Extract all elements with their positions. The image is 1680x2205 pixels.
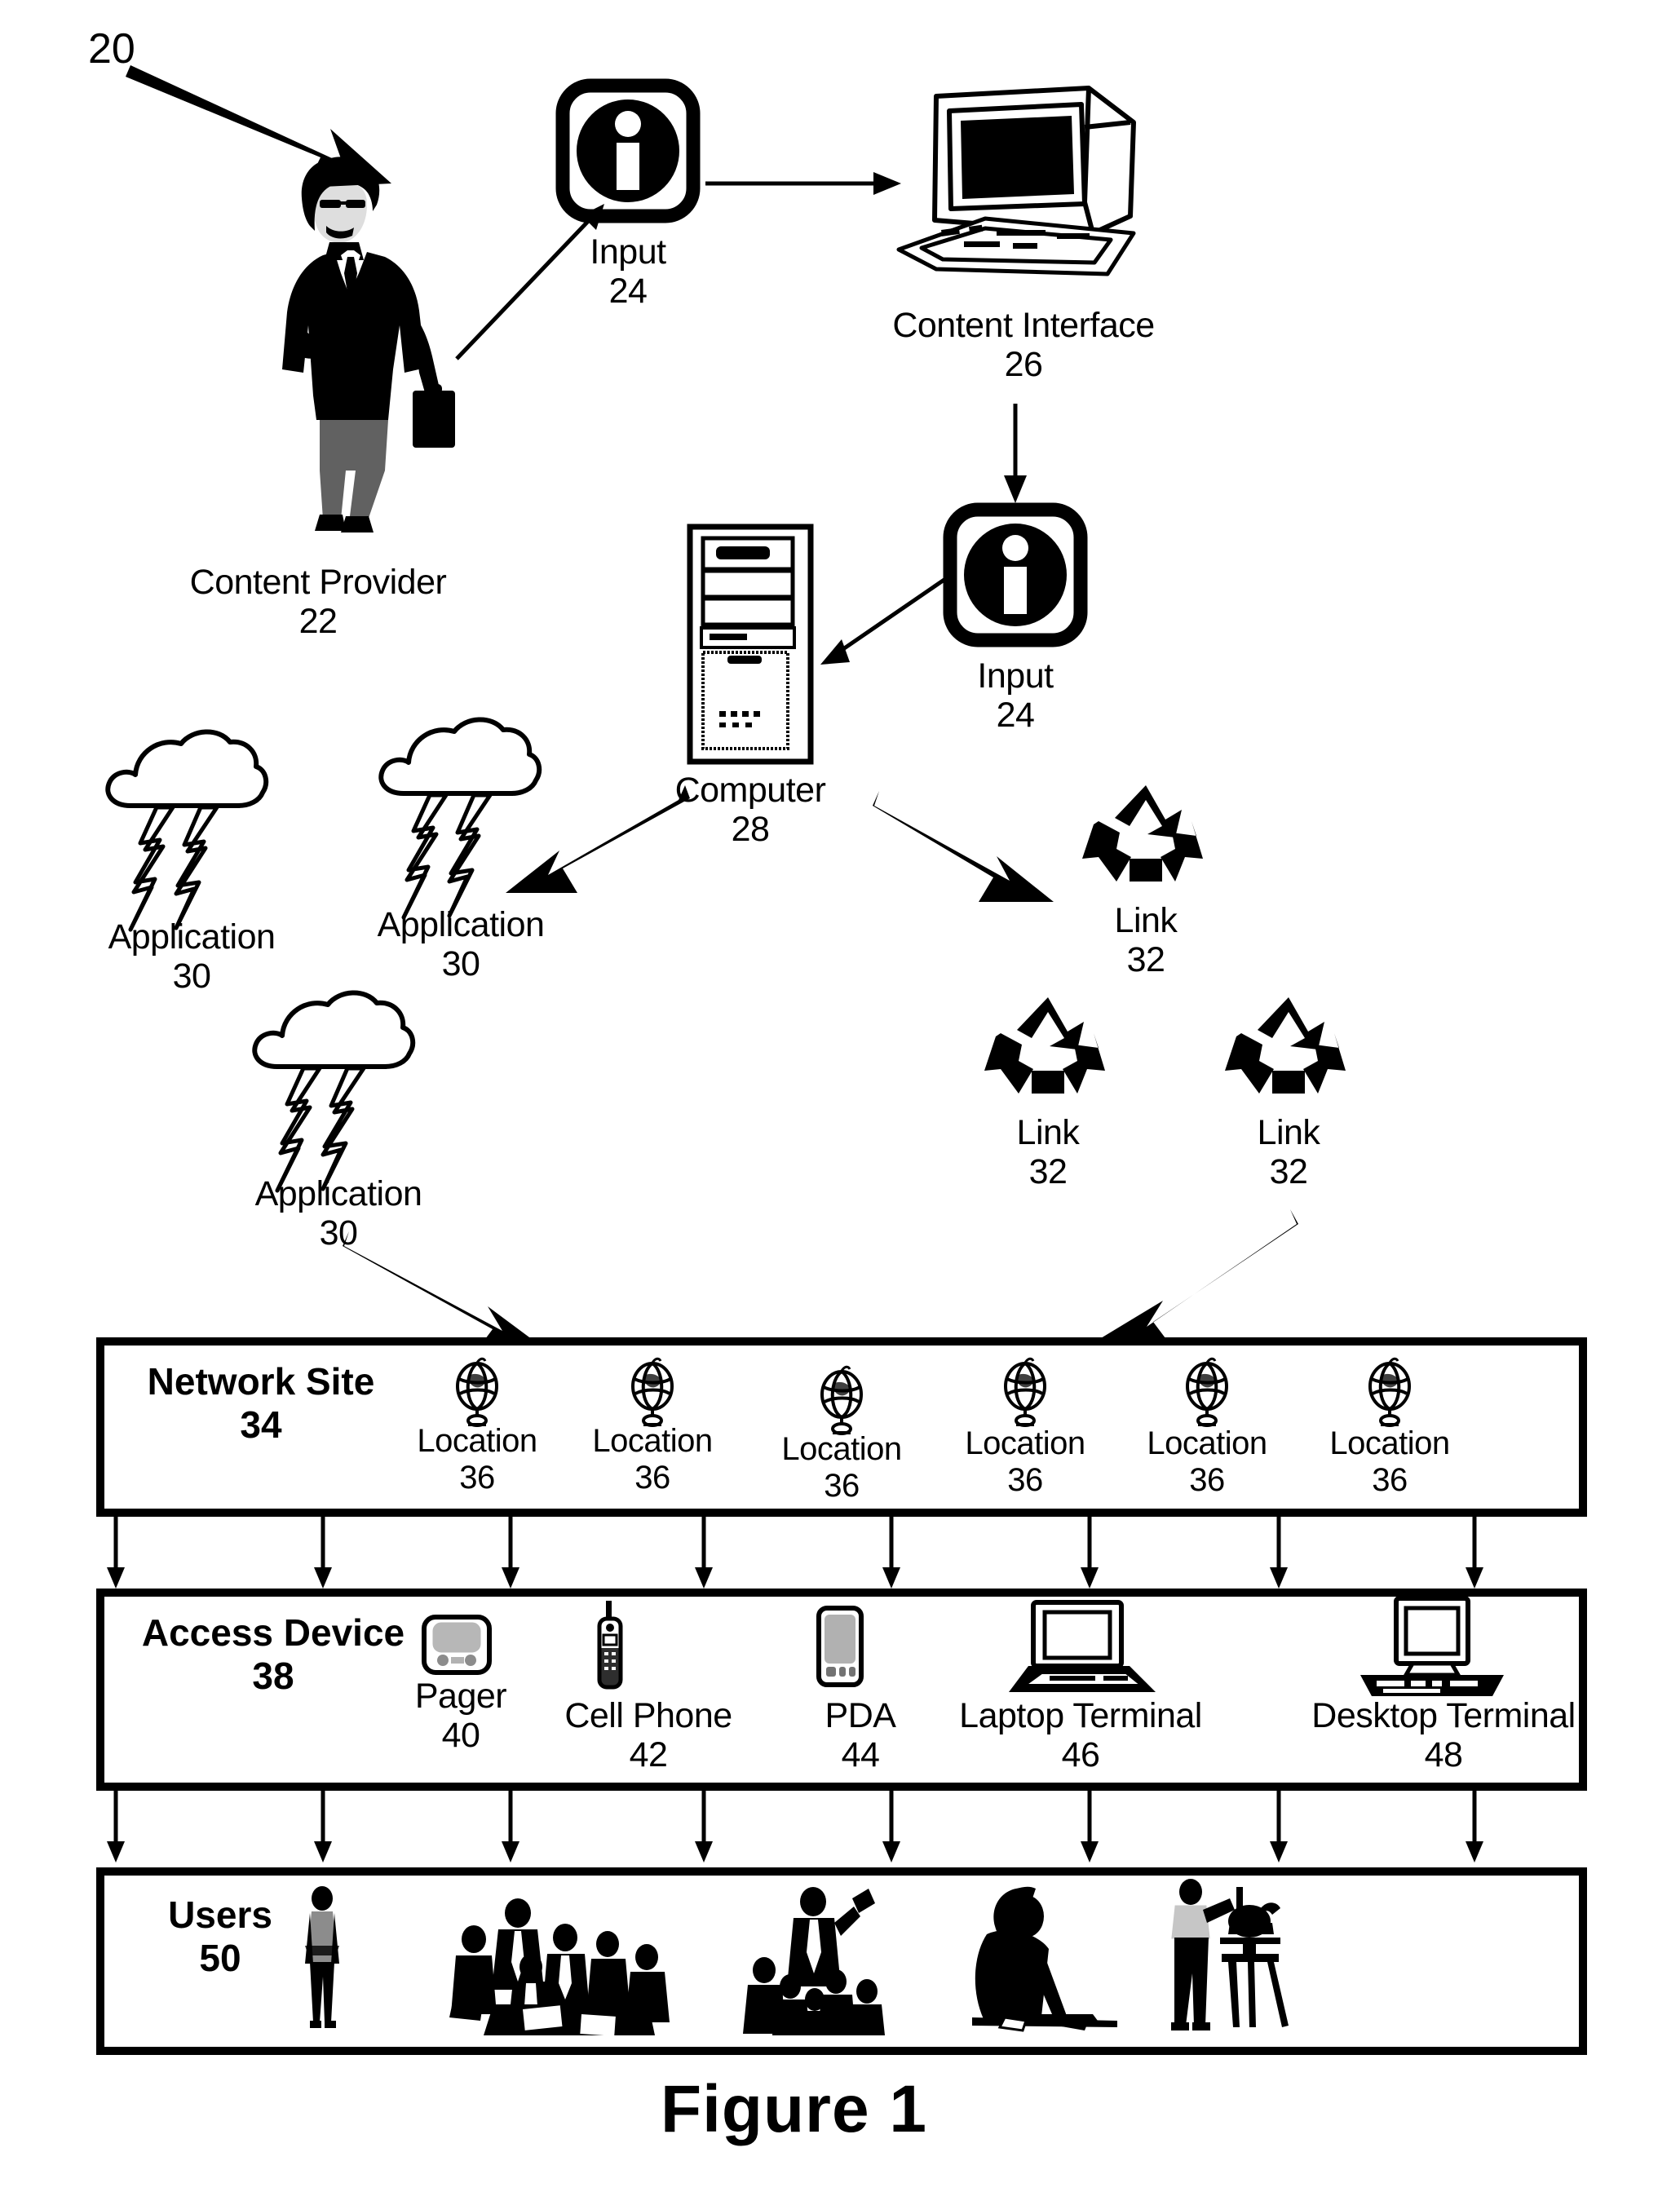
location-label-1: Location 36 [400, 1423, 555, 1496]
input-middle-label-text: Input [977, 656, 1054, 696]
content-interface-icon [889, 73, 1158, 294]
location-ref-3: 36 [824, 1467, 860, 1504]
desktop-ref: 48 [1424, 1735, 1463, 1775]
link-icon-3 [1223, 991, 1354, 1113]
cell-phone-ref: 42 [629, 1735, 668, 1775]
access-device-title-block: Access Device 38 [122, 1611, 424, 1698]
desktop-label-text: Desktop Terminal [1311, 1696, 1576, 1735]
location-ref-1: 36 [459, 1459, 495, 1496]
location-label-2: Location 36 [575, 1423, 730, 1496]
link-label-3-text: Link [1257, 1113, 1320, 1152]
network-site-ref: 34 [240, 1403, 282, 1446]
users-group-standing-person [294, 1885, 351, 2032]
users-title: Users [168, 1893, 272, 1936]
network-site-title: Network Site [147, 1360, 375, 1403]
input-to-computer-arrow [820, 575, 949, 665]
laptop-icon [999, 1600, 1162, 1697]
location-label-3: Location 36 [764, 1431, 919, 1505]
content-provider-label-text: Content Provider [189, 563, 447, 602]
location-ref-2: 36 [634, 1459, 670, 1496]
location-ref-4: 36 [1007, 1461, 1043, 1498]
content-interface-label-text: Content Interface [892, 306, 1155, 345]
users-group-tripod-person [1158, 1876, 1321, 2039]
link-label-1: Link 32 [1060, 901, 1231, 979]
users-ref: 50 [199, 1936, 241, 1979]
computer-tower-icon [685, 522, 816, 767]
location-globe-icon-3 [816, 1364, 868, 1439]
pager-icon [420, 1613, 493, 1677]
laptop-ref: 46 [1061, 1735, 1100, 1775]
location-label-5: Location 36 [1130, 1425, 1284, 1499]
link-icon-2 [983, 991, 1113, 1113]
content-interface-label: Content Interface 26 [832, 306, 1215, 384]
network-site-title-block: Network Site 34 [122, 1360, 400, 1447]
network-site-to-access-device-connectors [107, 1515, 1483, 1589]
input-icon-middle [942, 502, 1089, 648]
input-middle-ref: 24 [996, 696, 1035, 736]
location-label-6: Location 36 [1312, 1425, 1467, 1499]
users-title-block: Users 50 [122, 1893, 318, 1980]
location-globe-icon-4 [999, 1356, 1051, 1431]
location-ref-6: 36 [1372, 1461, 1408, 1498]
link-label-2-text: Link [1016, 1113, 1080, 1152]
input-top-label-text: Input [590, 232, 666, 272]
input-top-label: Input 24 [546, 232, 710, 311]
location-label-4-text: Location [965, 1425, 1085, 1461]
content-interface-to-input-arrow [1004, 404, 1027, 503]
input-top-ref: 24 [608, 272, 648, 312]
users-group-crowd-speaker [738, 1884, 893, 2039]
link-ref-3: 32 [1269, 1152, 1308, 1192]
location-label-4: Location 36 [948, 1425, 1103, 1499]
access-device-to-users-connectors [107, 1789, 1483, 1863]
users-group-leaning-person [962, 1884, 1125, 2039]
application-label-2-text: Application [377, 905, 545, 944]
access-device-ref: 38 [252, 1654, 294, 1697]
computer-label-text: Computer [674, 771, 826, 810]
content-provider-label: Content Provider 22 [147, 563, 489, 641]
location-label-1-text: Location [417, 1423, 537, 1459]
desktop-computer-icon [1354, 1596, 1509, 1699]
laptop-label-text: Laptop Terminal [959, 1696, 1202, 1735]
application-label-1-text: Application [108, 917, 276, 957]
content-interface-ref: 26 [1004, 345, 1043, 385]
cell-phone-label: Cell Phone 42 [534, 1696, 763, 1774]
location-label-5-text: Location [1147, 1425, 1267, 1461]
pda-ref: 44 [841, 1735, 880, 1775]
input-icon-top [555, 77, 701, 224]
pager-label: Pager 40 [391, 1677, 530, 1755]
location-globe-icon-2 [626, 1356, 679, 1431]
pda-label-text: PDA [825, 1696, 896, 1735]
input-to-content-interface-arrow [705, 172, 901, 195]
location-globe-icon-1 [451, 1356, 503, 1431]
link-ref-1: 32 [1126, 940, 1165, 980]
link-icon-1 [1081, 779, 1211, 901]
cell-phone-label-text: Cell Phone [564, 1696, 732, 1735]
link-label-1-text: Link [1114, 901, 1178, 940]
access-device-title: Access Device [141, 1611, 405, 1654]
link-label-2: Link 32 [962, 1113, 1134, 1191]
pda-label: PDA 44 [795, 1696, 926, 1774]
location-ref-5: 36 [1189, 1461, 1225, 1498]
content-provider-figure [245, 151, 457, 534]
location-label-3-text: Location [781, 1431, 902, 1467]
location-label-2-text: Location [592, 1423, 713, 1459]
pager-label-text: Pager [414, 1677, 507, 1716]
cell-phone-icon [590, 1601, 630, 1692]
content-provider-ref: 22 [298, 602, 338, 642]
application-label-3-text: Application [254, 1174, 422, 1213]
link-label-3: Link 32 [1203, 1113, 1374, 1191]
pda-icon [816, 1605, 864, 1688]
figure-caption: Figure 1 [661, 2072, 927, 2146]
patent-figure-page: 20 Content Provider 22 Input 24 Content … [0, 0, 1680, 2205]
laptop-label: Laptop Terminal 46 [909, 1696, 1252, 1774]
location-globe-icon-5 [1181, 1356, 1233, 1431]
pager-ref: 40 [441, 1716, 480, 1756]
users-group-meeting [444, 1892, 689, 2039]
location-label-6-text: Location [1329, 1425, 1450, 1461]
location-globe-icon-6 [1364, 1356, 1416, 1431]
desktop-label: Desktop Terminal 48 [1260, 1696, 1627, 1774]
link-ref-2: 32 [1028, 1152, 1068, 1192]
